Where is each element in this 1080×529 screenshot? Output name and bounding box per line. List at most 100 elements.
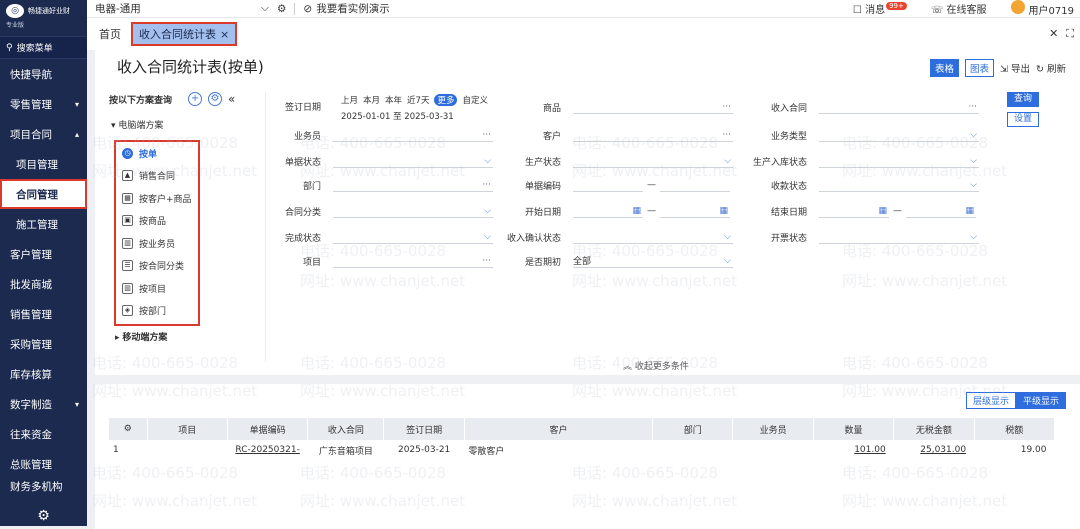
nav-wholesale[interactable]: 批发商城 (0, 269, 87, 299)
filter-panel: 收入合同统计表(按单) 表格 图表 ⇲ 导出 ↻ 刷新 按以下方案查询 + ⚙ … (95, 50, 1080, 375)
cell-quantity-link[interactable]: 101.00 (813, 440, 893, 460)
date-custom[interactable]: 自定义 (462, 94, 488, 106)
user-menu[interactable]: 用户0719 (1011, 0, 1074, 17)
nav-ledger[interactable]: 总账管理 (0, 449, 87, 479)
start-date-to[interactable]: ▦ (660, 204, 730, 218)
refresh-button[interactable]: ↻ 刷新 (1036, 61, 1066, 75)
calendar-icon: ▦ (878, 206, 887, 216)
col-header[interactable]: 业务员 (733, 418, 813, 440)
end-date-to[interactable]: ▦ (906, 204, 976, 218)
receipt-status-select[interactable] (819, 178, 979, 192)
collapse-conditions-button[interactable]: ︽ 收起更多条件 (623, 359, 689, 372)
scheme-by-order[interactable]: ◷按单 (116, 142, 198, 165)
start-date-from[interactable]: ▦ (573, 204, 643, 218)
table-row[interactable]: 1 RC-20250321- 广东音箱项目 2025-03-21 零散客户 10… (109, 440, 1055, 460)
income-contract-field[interactable]: ··· (819, 100, 979, 114)
nav-inventory[interactable]: 库存核算 (0, 359, 87, 389)
nav-construction[interactable]: 施工管理 (0, 209, 87, 239)
fullscreen-icon[interactable]: ⛶ (1066, 27, 1074, 41)
doc-status-select[interactable] (333, 154, 493, 168)
production-inbound-select[interactable] (819, 154, 979, 168)
invoice-status-select[interactable] (819, 230, 979, 244)
doc-no-from[interactable] (573, 178, 643, 192)
col-header[interactable]: 单据编码 (227, 418, 307, 440)
col-header[interactable]: 项目 (147, 418, 227, 440)
scheme-settings-icon[interactable]: ⚙ (208, 92, 222, 106)
cell-doc-no-link[interactable]: RC-20250321- (227, 440, 307, 460)
nav-customer[interactable]: 客户管理 (0, 239, 87, 269)
settings-button[interactable]: 设置 (1007, 112, 1039, 127)
gear-icon[interactable]: ⚙ (0, 508, 87, 524)
date-last-month[interactable]: 上月 (341, 94, 358, 106)
date-last-7-days[interactable]: 近7天 (407, 94, 429, 106)
nav-project-management[interactable]: 项目管理 (0, 149, 87, 179)
customer-field[interactable]: ··· (573, 128, 733, 142)
col-header[interactable]: 税额 (974, 418, 1054, 440)
close-all-icon[interactable]: ✕ (1049, 27, 1058, 41)
department-label: 部门 (267, 179, 333, 192)
end-date-from[interactable]: ▦ (819, 204, 889, 218)
col-header[interactable]: 签订日期 (384, 418, 464, 440)
product-field[interactable]: ··· (573, 100, 733, 114)
business-type-select[interactable] (819, 128, 979, 142)
menu-search[interactable]: ⚲ 搜索菜单 (0, 36, 87, 59)
nav-quick[interactable]: 快捷导航 (0, 59, 87, 89)
income-contract-label: 收入合同 (753, 101, 819, 114)
messages-button[interactable]: ☐ 消息99+ (853, 1, 907, 16)
view-chart-button[interactable]: 图表 (965, 59, 994, 77)
col-header[interactable]: 收入合同 (308, 418, 384, 440)
column-settings-icon[interactable]: ⚙ (109, 418, 147, 440)
completion-status-select[interactable] (333, 230, 493, 244)
cell-amount-link[interactable]: 25,031.00 (894, 440, 974, 460)
nav-contract-management[interactable]: 合同管理 (0, 179, 87, 209)
scheme-by-product[interactable]: ▣按商品 (116, 210, 198, 233)
export-button[interactable]: ⇲ 导出 (1000, 61, 1030, 75)
date-this-year[interactable]: 本年 (385, 94, 402, 106)
col-header[interactable]: 无税金额 (894, 418, 974, 440)
revenue-confirm-select[interactable] (573, 230, 733, 244)
industry-select[interactable]: 电器-通用 ⌵ (87, 1, 277, 16)
doc-no-to[interactable] (660, 178, 730, 192)
col-header[interactable]: 客户 (464, 418, 652, 440)
scheme-by-salesman[interactable]: ▥按业务员 (116, 232, 198, 255)
add-scheme-icon[interactable]: + (188, 92, 202, 106)
scheme-by-category[interactable]: ☰按合同分类 (116, 255, 198, 278)
demo-link[interactable]: ⊘ 我要看实例演示 (303, 1, 389, 16)
nav-retail[interactable]: 零售管理▾ (0, 89, 87, 119)
department-field[interactable]: ··· (333, 178, 493, 192)
is-opening-select[interactable]: 全部 (573, 254, 733, 268)
scheme-by-project[interactable]: ▥按项目 (116, 277, 198, 300)
col-header[interactable]: 数量 (813, 418, 893, 440)
date-this-month[interactable]: 本月 (363, 94, 380, 106)
messages-badge: 99+ (886, 2, 907, 10)
collapse-panel-icon[interactable]: « (228, 92, 235, 106)
scheme-by-customer-product[interactable]: ▦按客户+商品 (116, 187, 198, 210)
nav-purchase[interactable]: 采购管理 (0, 329, 87, 359)
tab-home[interactable]: 首页 (99, 26, 121, 42)
query-button[interactable]: 查询 (1007, 92, 1039, 107)
contract-category-select[interactable] (333, 204, 493, 218)
nav-project-contract[interactable]: 项目合同▴ (0, 119, 87, 149)
nav-finance-multi[interactable]: 财务多机构 (0, 479, 87, 493)
scheme-sales-contract[interactable]: ▲销售合同 (116, 165, 198, 188)
production-status-select[interactable] (573, 154, 733, 168)
online-service-button[interactable]: ☏ 在线客服 (931, 1, 987, 16)
nav-funds[interactable]: 往来资金 (0, 419, 87, 449)
date-more[interactable]: 更多 (434, 94, 457, 106)
nav-manufacturing[interactable]: 数字制造▾ (0, 389, 87, 419)
project-field[interactable]: ··· (333, 254, 493, 268)
level-display-button[interactable]: 层级显示 (966, 392, 1016, 409)
col-header[interactable]: 部门 (653, 418, 733, 440)
nav-label: 库存核算 (10, 367, 52, 382)
salesman-field[interactable]: ··· (333, 128, 493, 142)
flat-display-button[interactable]: 平级显示 (1016, 392, 1066, 409)
view-table-button[interactable]: 表格 (930, 59, 959, 77)
tab-income-contract-stats[interactable]: 收入合同统计表 × (133, 24, 235, 44)
close-icon[interactable]: × (220, 28, 229, 41)
main-content: 收入合同统计表(按单) 表格 图表 ⇲ 导出 ↻ 刷新 按以下方案查询 + ⚙ … (87, 50, 1080, 526)
nav-sales[interactable]: 销售管理 (0, 299, 87, 329)
scheme-by-department[interactable]: ◈按部门 (116, 300, 198, 323)
mobile-scheme-node[interactable]: ▸ 移动端方案 (115, 330, 167, 343)
settings-icon[interactable]: ⚙ (277, 3, 286, 15)
pc-scheme-node[interactable]: ▾ 电脑端方案 (109, 118, 259, 131)
